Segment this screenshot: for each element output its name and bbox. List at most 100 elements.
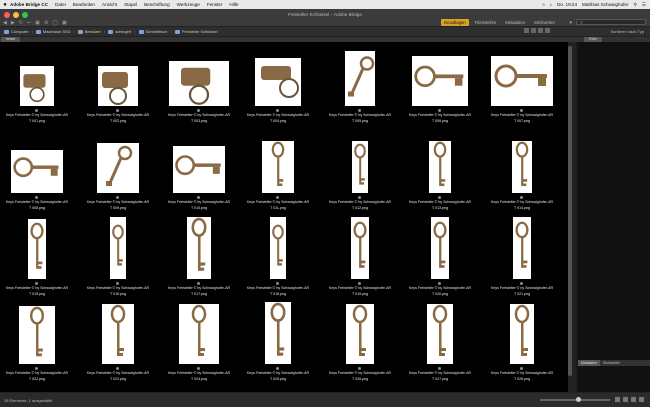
thumbnail-item[interactable]: Keys Freisteller © by Schwaighofer-AR T 0… bbox=[160, 131, 238, 215]
menu-user[interactable]: Matthias Schwaighofer bbox=[582, 2, 628, 7]
key-thumbnail-image[interactable] bbox=[510, 304, 534, 364]
workspace-filmstreifen[interactable]: Filmstreifen bbox=[472, 19, 500, 26]
crumb-benutzer[interactable]: Benutzer › bbox=[77, 29, 105, 34]
thumbnail-item[interactable]: Keys Freisteller © by Schwaighofer-AR T 0… bbox=[483, 44, 561, 128]
key-thumbnail-image[interactable] bbox=[429, 141, 451, 193]
details-icon[interactable] bbox=[631, 397, 636, 402]
thumbnail-item[interactable]: Keys Freisteller © by Schwaighofer-AR T 0… bbox=[321, 217, 399, 301]
grid-icon[interactable] bbox=[623, 397, 628, 402]
menu-app[interactable]: Adobe Bridge CC bbox=[10, 2, 48, 7]
workspace-dropdown-icon[interactable]: ▾ bbox=[569, 20, 572, 26]
sort-dropdown[interactable]: Sortieren nach Typ bbox=[610, 29, 644, 34]
search-input[interactable]: ⚲ bbox=[576, 19, 646, 25]
key-thumbnail-image[interactable] bbox=[491, 56, 553, 106]
output-icon[interactable]: ▣ bbox=[62, 20, 67, 26]
crumb-schreibtisch[interactable]: Schreibtisch › bbox=[138, 29, 172, 34]
thumbnail-item[interactable]: Keys Freisteller © by Schwaighofer-AR T 0… bbox=[160, 302, 238, 386]
key-thumbnail-image[interactable] bbox=[513, 217, 531, 279]
key-thumbnail-image[interactable] bbox=[265, 302, 291, 364]
thumbnail-item[interactable]: Keys Freisteller © by Schwaighofer-AR T 0… bbox=[160, 217, 238, 301]
crumb-macintosh-ssd[interactable]: Macintosh SSD › bbox=[35, 29, 75, 34]
key-thumbnail-image[interactable] bbox=[262, 141, 294, 193]
thumbnail-item[interactable]: Keys Freisteller © by Schwaighofer-AR T 0… bbox=[79, 131, 157, 215]
menu-ansicht[interactable]: Ansicht bbox=[102, 2, 117, 7]
thumbnail-item[interactable]: Keys Freisteller © by Schwaighofer-AR T 0… bbox=[321, 44, 399, 128]
quality-icon[interactable] bbox=[531, 28, 536, 33]
list-icon[interactable] bbox=[639, 397, 644, 402]
key-thumbnail-image[interactable] bbox=[98, 66, 138, 106]
menu-bearbeiten[interactable]: Bearbeiten bbox=[73, 2, 95, 7]
thumbnail-item[interactable]: Keys Freisteller © by Schwaighofer-AR T 0… bbox=[79, 217, 157, 301]
thumbnail-item[interactable]: Keys Freisteller © by Schwaighofer-AR T 0… bbox=[0, 44, 76, 128]
lock-icon[interactable] bbox=[615, 397, 620, 402]
thumbnail-item[interactable]: Keys Freisteller © by Schwaighofer-AR T 0… bbox=[79, 302, 157, 386]
key-thumbnail-image[interactable] bbox=[11, 150, 63, 193]
thumbnail-item[interactable]: Keys Freisteller © by Schwaighofer-AR T 0… bbox=[401, 131, 479, 215]
key-thumbnail-image[interactable] bbox=[352, 141, 368, 193]
thumbnail-item[interactable]: Keys Freisteller © by Schwaighofer-AR T 0… bbox=[239, 131, 317, 215]
thumbnail-item[interactable]: Keys Freisteller © by Schwaighofer-AR T 0… bbox=[483, 131, 561, 215]
menu-fenster[interactable]: Fenster bbox=[207, 2, 223, 7]
key-thumbnail-image[interactable] bbox=[169, 61, 229, 106]
key-thumbnail-image[interactable] bbox=[270, 217, 286, 279]
thumbnail-item[interactable]: Keys Freisteller © by Schwaighofer-AR T 0… bbox=[321, 131, 399, 215]
apple-menu-icon[interactable]: ● bbox=[0, 2, 10, 8]
open-in-camera-raw-icon[interactable]: ◯ bbox=[52, 20, 58, 26]
key-thumbnail-image[interactable] bbox=[187, 217, 211, 279]
key-thumbnail-image[interactable] bbox=[97, 143, 139, 193]
key-thumbnail-image[interactable] bbox=[20, 66, 54, 106]
crumb-user[interactable]: schinge9 › bbox=[108, 29, 136, 34]
spotlight-icon[interactable]: ⚲ bbox=[634, 2, 637, 8]
grid-view-icon[interactable] bbox=[524, 28, 529, 33]
menu-datei[interactable]: Datei bbox=[55, 2, 66, 7]
crumb-computer[interactable]: Computer › bbox=[4, 29, 33, 34]
key-thumbnail-image[interactable] bbox=[427, 304, 453, 364]
thumbnail-item[interactable]: Keys Freisteller © by Schwaighofer-AR T 0… bbox=[0, 217, 76, 301]
key-thumbnail-image[interactable] bbox=[179, 304, 219, 364]
thumbnail-item[interactable]: Keys Freisteller © by Schwaighofer-AR T 0… bbox=[0, 131, 76, 215]
key-thumbnail-image[interactable] bbox=[351, 217, 369, 279]
camera-icon[interactable]: ▣ bbox=[35, 20, 40, 26]
back-arrow-icon[interactable]: ◀ bbox=[3, 20, 7, 26]
volume-icon[interactable]: ♪ bbox=[550, 2, 552, 7]
workspace-stichwoerter[interactable]: Stichwörter bbox=[531, 19, 558, 26]
thumbnail-item[interactable]: Keys Freisteller © by Schwaighofer-AR T 0… bbox=[401, 302, 479, 386]
content-scrollbar[interactable] bbox=[568, 42, 576, 392]
crumb-freisteller[interactable]: Freisteller Schlüssel bbox=[174, 29, 217, 34]
key-thumbnail-image[interactable] bbox=[102, 304, 134, 364]
thumbnail-item[interactable]: Keys Freisteller © by Schwaighofer-AR T 0… bbox=[160, 44, 238, 128]
key-thumbnail-image[interactable] bbox=[412, 56, 468, 106]
thumbnail-item[interactable]: Keys Freisteller © by Schwaighofer-AR T 0… bbox=[321, 302, 399, 386]
scrollbar-thumb[interactable] bbox=[568, 46, 572, 376]
thumbnail-item[interactable]: Keys Freisteller © by Schwaighofer-AR T 0… bbox=[401, 217, 479, 301]
rotate-icon[interactable] bbox=[545, 28, 550, 33]
boomerang-icon[interactable]: ↩ bbox=[27, 20, 31, 26]
thumbnail-item[interactable]: Keys Freisteller © by Schwaighofer-AR T 0… bbox=[239, 302, 317, 386]
wifi-icon[interactable]: ≈ bbox=[542, 2, 545, 7]
key-thumbnail-image[interactable] bbox=[512, 141, 532, 193]
thumbnail-item[interactable]: Keys Freisteller © by Schwaighofer-AR T 0… bbox=[0, 302, 76, 386]
workspace-grundlagen[interactable]: Grundlagen bbox=[440, 19, 469, 26]
refine-icon[interactable]: ⚙ bbox=[44, 20, 48, 26]
notification-icon[interactable]: ☰ bbox=[642, 2, 646, 8]
key-thumbnail-image[interactable] bbox=[255, 58, 301, 106]
star-filter-icon[interactable] bbox=[538, 28, 543, 33]
key-thumbnail-image[interactable] bbox=[110, 217, 126, 279]
menu-stapel[interactable]: Stapel bbox=[124, 2, 137, 7]
menu-clock[interactable]: Do. 19:24 bbox=[557, 2, 577, 7]
thumbnail-item[interactable]: Keys Freisteller © by Schwaighofer-AR T 0… bbox=[483, 217, 561, 301]
key-thumbnail-image[interactable] bbox=[431, 217, 449, 279]
key-thumbnail-image[interactable] bbox=[19, 306, 55, 364]
key-thumbnail-image[interactable] bbox=[345, 51, 375, 106]
history-icon[interactable]: ↻ bbox=[19, 20, 23, 26]
thumbnail-item[interactable]: Keys Freisteller © by Schwaighofer-AR T 0… bbox=[239, 44, 317, 128]
key-thumbnail-image[interactable] bbox=[28, 219, 46, 279]
forward-arrow-icon[interactable]: ▶ bbox=[11, 20, 15, 26]
workspace-metadaten[interactable]: Metadaten bbox=[502, 19, 528, 26]
thumbnail-item[interactable]: Keys Freisteller © by Schwaighofer-AR T 0… bbox=[239, 217, 317, 301]
key-thumbnail-image[interactable] bbox=[173, 146, 225, 193]
menu-hilfe[interactable]: Hilfe bbox=[229, 2, 238, 7]
menu-beschriftung[interactable]: Beschriftung bbox=[144, 2, 170, 7]
slider-knob[interactable] bbox=[576, 397, 581, 402]
thumbnail-item[interactable]: Keys Freisteller © by Schwaighofer-AR T 0… bbox=[79, 44, 157, 128]
